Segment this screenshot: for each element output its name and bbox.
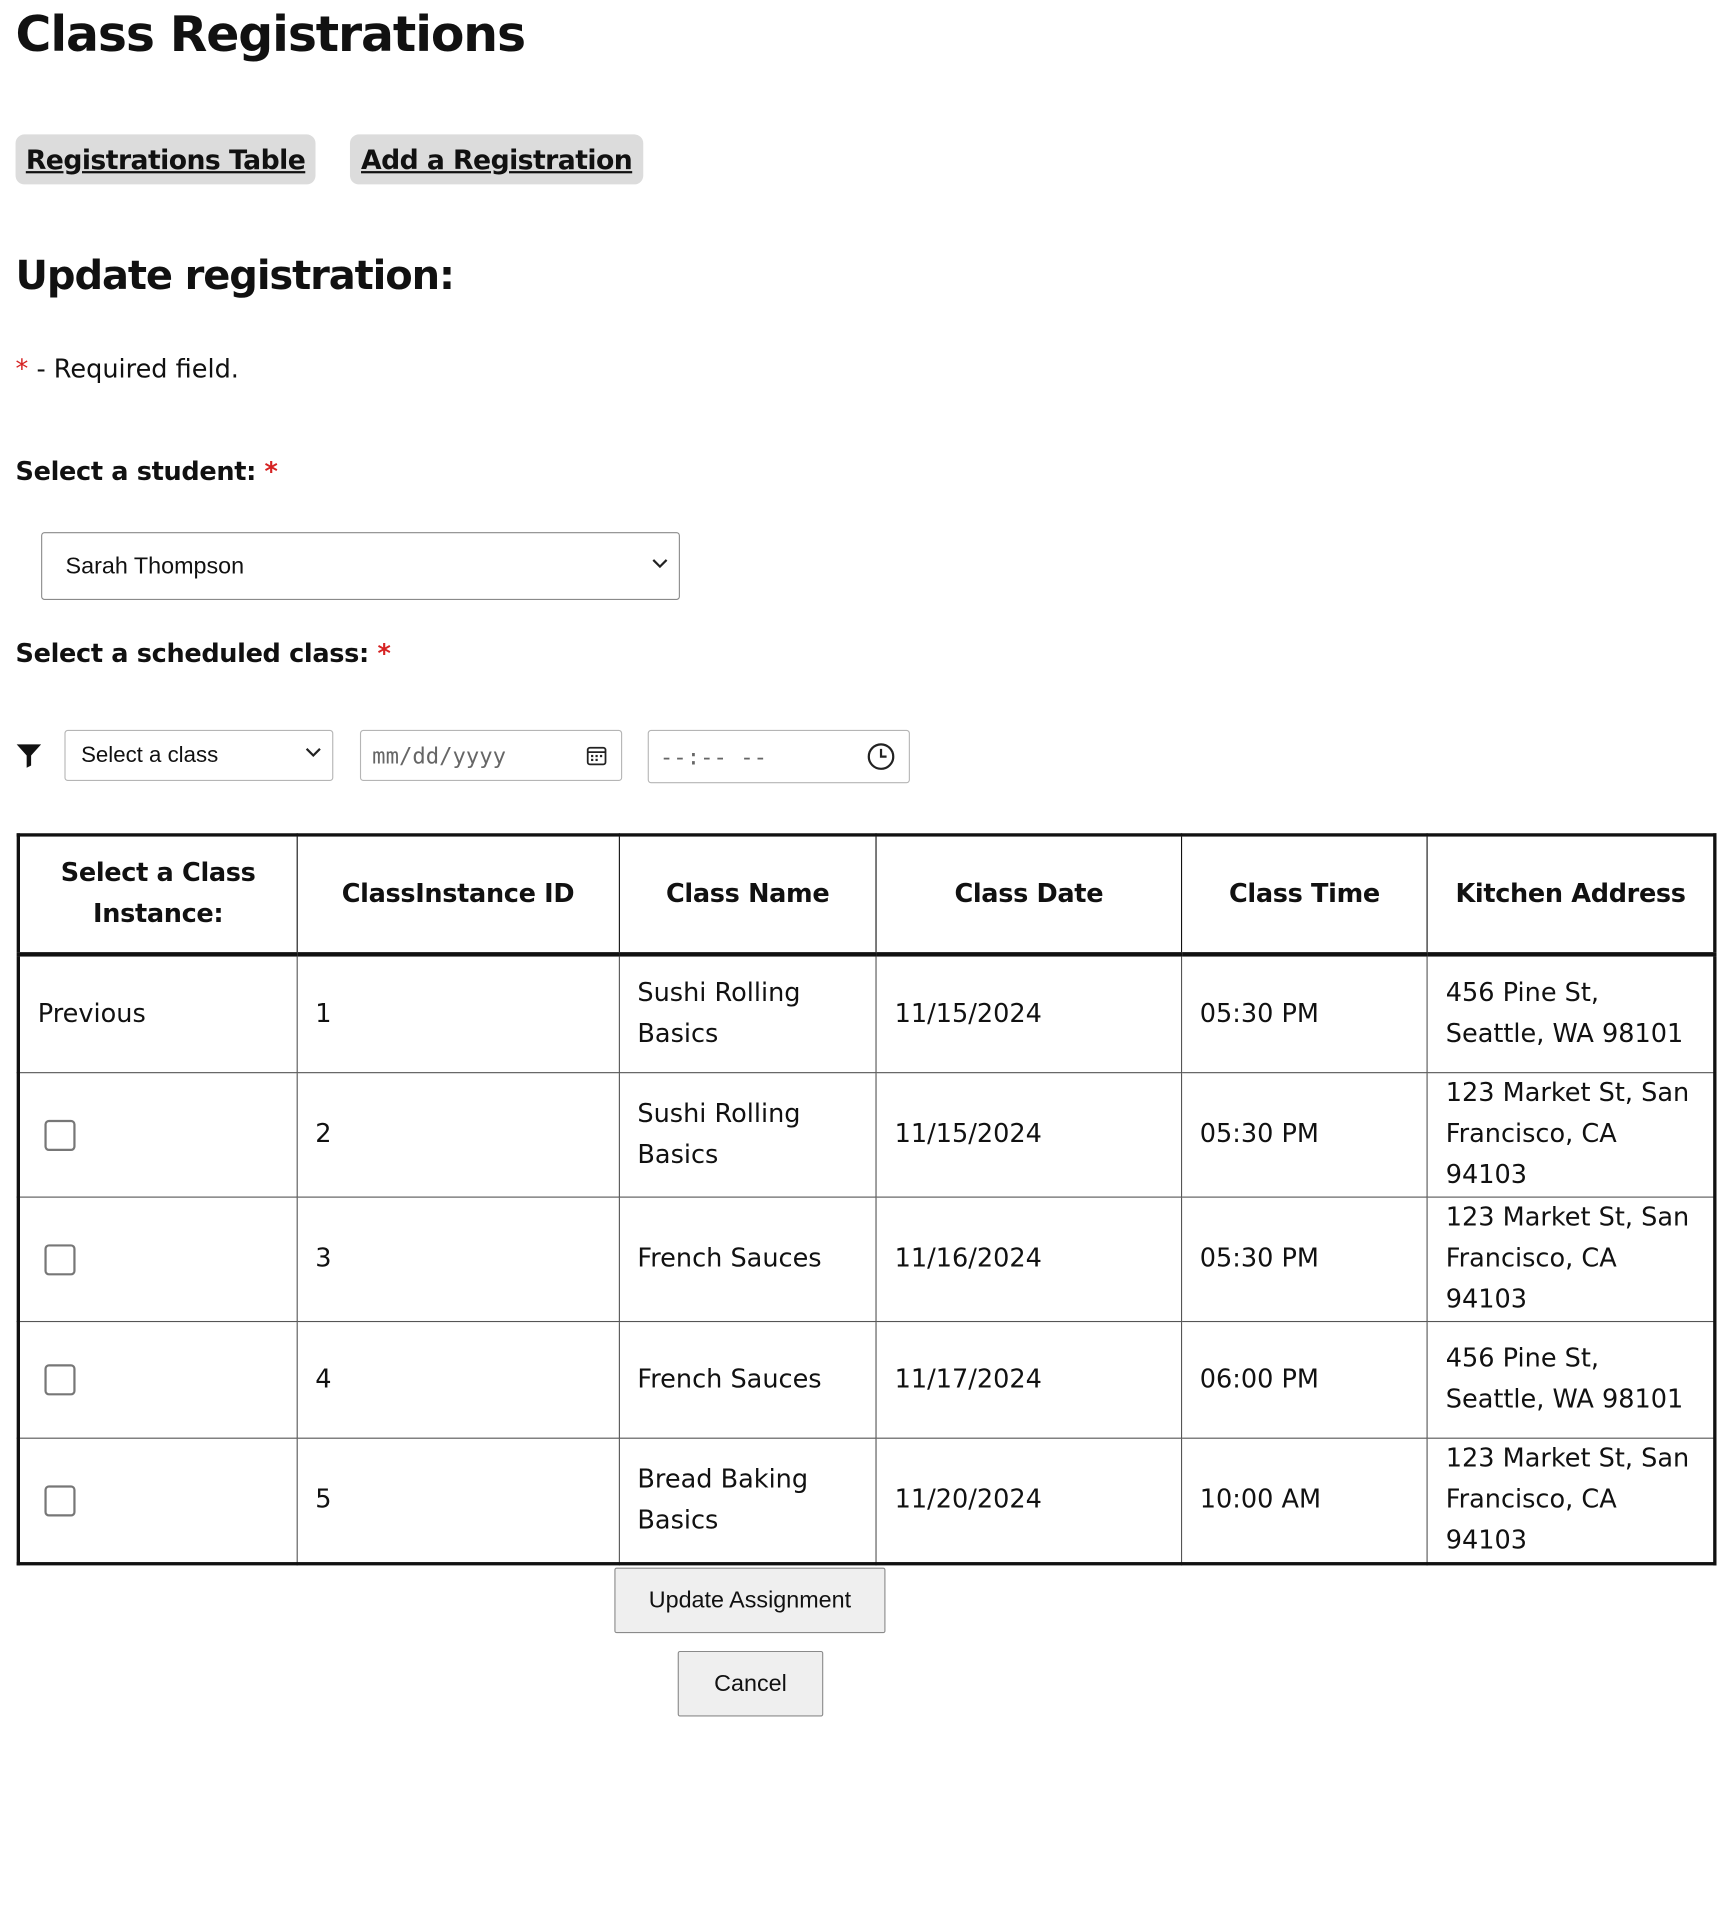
class-label-text: Select a scheduled class: [15,639,370,669]
cell-select [17,1320,298,1439]
cell-kitchen-address: 456 Pine St, Seattle, WA 98101 [1426,1320,1716,1439]
class-instance-checkbox[interactable] [44,1484,76,1516]
date-filter-placeholder: mm/dd/yyyy [372,742,506,769]
class-label: Select a scheduled class: * [16,640,391,669]
time-filter-input[interactable]: --:-- -- [647,729,910,784]
class-filter-value: Select a class [81,742,219,768]
cell-id: 3 [296,1196,620,1323]
cell-kitchen-address: 123 Market St, San Francisco, CA 94103 [1426,1437,1716,1565]
student-select-value: Sarah Thompson [65,552,245,579]
cell-class-time: 05:30 PM [1180,953,1429,1074]
cell-select [17,1072,298,1198]
cell-select [17,1196,298,1323]
cell-class-time: 05:30 PM [1180,1072,1429,1198]
cell-kitchen-address: 456 Pine St, Seattle, WA 98101 [1426,953,1716,1074]
cell-class-name: French Sauces [618,1196,877,1323]
header-select: Select a Class Instance: [17,834,298,957]
cell-select [17,1437,298,1565]
cancel-button[interactable]: Cancel [677,1650,824,1717]
header-kitchen-address: Kitchen Address [1426,834,1716,957]
cell-class-name: Sushi Rolling Basics [618,953,877,1074]
header-class-time: Class Time [1180,834,1429,957]
cell-id: 4 [296,1320,620,1439]
class-instance-checkbox[interactable] [44,1243,76,1275]
required-star: * [377,639,391,669]
required-star: * [15,355,29,385]
cell-id: 5 [296,1437,620,1565]
class-instance-checkbox[interactable] [44,1364,76,1396]
page-title: Class Registrations [15,6,527,64]
update-assignment-button[interactable]: Update Assignment [614,1567,886,1634]
previous-label: Previous [17,953,298,1074]
table-row: 2 Sushi Rolling Basics 11/15/2024 05:30 … [17,1072,1716,1198]
table-row: Previous 1 Sushi Rolling Basics 11/15/20… [17,953,1716,1074]
calendar-icon[interactable] [585,744,607,766]
cell-kitchen-address: 123 Market St, San Francisco, CA 94103 [1426,1196,1716,1323]
cell-class-time: 05:30 PM [1180,1196,1429,1323]
class-filter-select[interactable]: Select a class [64,729,334,782]
section-title: Update registration: [15,253,455,299]
chevron-down-icon [305,748,321,758]
cell-class-date: 11/17/2024 [875,1320,1182,1439]
table-row: 5 Bread Baking Basics 11/20/2024 10:00 A… [17,1437,1716,1565]
cell-class-date: 11/20/2024 [875,1437,1182,1565]
cell-id: 1 [296,953,620,1074]
required-star: * [264,457,278,487]
class-instances-table: Select a Class Instance: ClassInstance I… [16,833,1717,1566]
student-label-text: Select a student: [15,457,257,487]
cell-class-time: 10:00 AM [1180,1437,1429,1565]
header-class-date: Class Date [875,834,1182,957]
cell-class-time: 06:00 PM [1180,1320,1429,1439]
header-id: ClassInstance ID [296,834,620,957]
add-registration-link[interactable]: Add a Registration [349,134,644,185]
filter-icon [16,744,42,768]
table-header-row: Select a Class Instance: ClassInstance I… [17,834,1716,957]
clock-icon[interactable] [867,742,896,771]
header-class-name: Class Name [618,834,877,957]
cell-kitchen-address: 123 Market St, San Francisco, CA 94103 [1426,1072,1716,1198]
student-select[interactable]: Sarah Thompson [41,532,680,600]
required-note: * - Required field. [16,356,239,385]
cell-class-name: French Sauces [618,1320,877,1439]
cell-class-date: 11/16/2024 [875,1196,1182,1323]
table-row: 3 French Sauces 11/16/2024 05:30 PM 123 … [17,1196,1716,1323]
date-filter-input[interactable]: mm/dd/yyyy [359,729,623,782]
chevron-down-icon [652,558,668,568]
cell-id: 2 [296,1072,620,1198]
time-filter-placeholder: --:-- -- [659,743,767,770]
required-note-text: - Required field. [28,355,239,385]
cell-class-date: 11/15/2024 [875,1072,1182,1198]
cell-class-name: Sushi Rolling Basics [618,1072,877,1198]
class-instance-checkbox[interactable] [44,1119,76,1151]
cell-class-date: 11/15/2024 [875,953,1182,1074]
registrations-table-link[interactable]: Registrations Table [15,134,316,185]
student-label: Select a student: * [16,458,278,487]
table-row: 4 French Sauces 11/17/2024 06:00 PM 456 … [17,1320,1716,1439]
page-container: Class Registrations Registrations Table … [0,0,1728,1728]
cell-class-name: Bread Baking Basics [618,1437,877,1565]
